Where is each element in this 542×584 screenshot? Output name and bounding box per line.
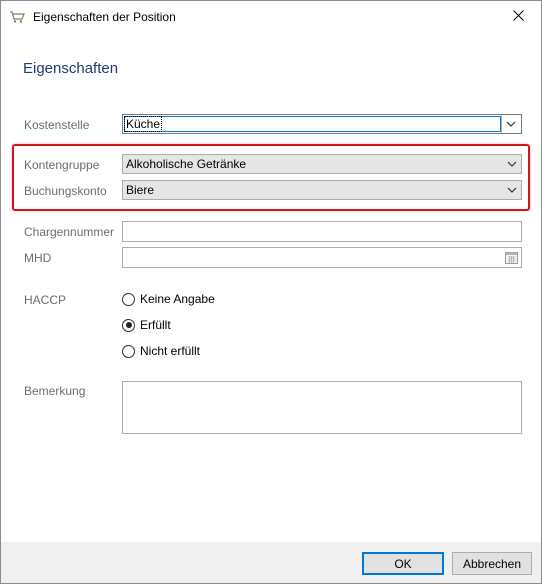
cart-icon — [9, 10, 25, 24]
close-button[interactable] — [495, 1, 541, 32]
ok-button[interactable]: OK — [362, 552, 444, 575]
section-heading: Eigenschaften — [23, 60, 119, 77]
haccp-label: HACCP — [24, 293, 67, 307]
buchungskonto-value: Biere — [126, 183, 155, 197]
window-title: Eigenschaften der Position — [33, 10, 176, 24]
kontengruppe-dropdown[interactable]: Alkoholische Getränke — [122, 154, 522, 174]
kostenstelle-dropdown-button[interactable] — [501, 115, 521, 133]
chargennummer-label: Chargennummer — [24, 225, 115, 239]
bemerkung-label: Bemerkung — [24, 384, 86, 398]
kostenstelle-selection-box — [124, 116, 501, 132]
chevron-down-icon — [506, 121, 516, 127]
buchungskonto-label: Buchungskonto — [24, 184, 107, 198]
radio-label: Nicht erfüllt — [140, 344, 201, 358]
radio-erfuellt[interactable]: Erfüllt — [122, 318, 171, 332]
chevron-down-icon — [507, 187, 517, 193]
properties-dialog: Eigenschaften der Position Eigenschaften… — [0, 0, 542, 584]
chevron-down-icon — [507, 161, 517, 167]
kontengruppe-label: Kontengruppe — [24, 158, 100, 172]
bemerkung-textarea[interactable] — [122, 381, 522, 434]
radio-label: Erfüllt — [140, 318, 171, 332]
kostenstelle-value: Küche — [123, 116, 163, 132]
mhd-date-input[interactable] — [122, 247, 522, 268]
title-bar: Eigenschaften der Position — [1, 1, 541, 32]
radio-label: Keine Angabe — [140, 292, 215, 306]
kontengruppe-value: Alkoholische Getränke — [126, 157, 247, 171]
kostenstelle-label: Kostenstelle — [24, 118, 90, 132]
mhd-label: MHD — [24, 251, 52, 265]
radio-circle[interactable] — [122, 344, 135, 358]
dialog-footer: OK Abbrechen — [1, 542, 541, 583]
radio-nicht-erfuellt[interactable]: Nicht erfüllt — [122, 344, 200, 358]
cancel-button[interactable]: Abbrechen — [452, 552, 532, 575]
calendar-icon[interactable] — [505, 251, 518, 264]
chargennummer-input[interactable] — [122, 221, 522, 242]
radio-keine-angabe[interactable]: Keine Angabe — [122, 292, 215, 306]
radio-circle[interactable] — [122, 292, 135, 306]
radio-circle-checked[interactable] — [122, 318, 135, 332]
buchungskonto-dropdown[interactable]: Biere — [122, 180, 522, 200]
close-icon — [512, 9, 524, 24]
kostenstelle-dropdown[interactable]: Küche — [122, 114, 522, 134]
